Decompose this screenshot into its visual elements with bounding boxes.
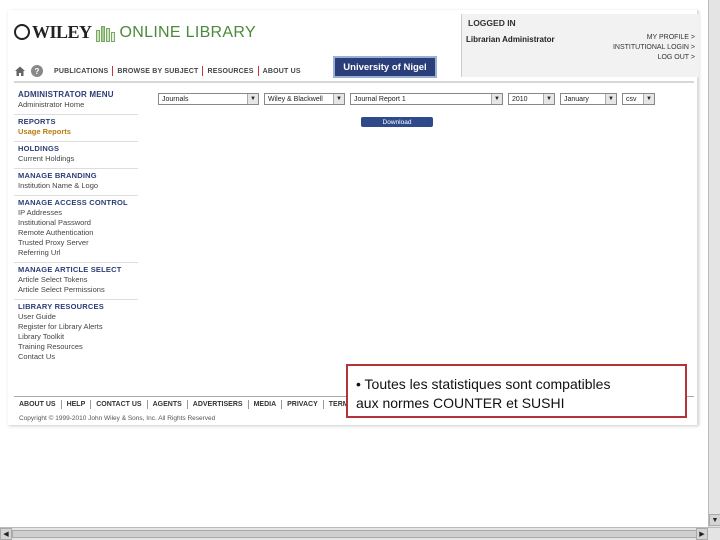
institution-badge: University of Nigel: [333, 56, 437, 78]
sidebar-heading: MANAGE ACCESS CONTROL: [18, 198, 128, 207]
footer-link-agents[interactable]: AGENTS: [148, 401, 187, 408]
sidebar-item-trusted-proxy-server[interactable]: Trusted Proxy Server: [18, 238, 138, 248]
year-select[interactable]: 2010 ▼: [508, 93, 555, 105]
format-select[interactable]: csv ▼: [622, 93, 655, 105]
vertical-scrollbar[interactable]: ▼: [708, 0, 720, 527]
sidebar-item-institutional-password[interactable]: Institutional Password: [18, 218, 138, 228]
footer-link-contact-us[interactable]: CONTACT US: [91, 401, 146, 408]
sidebar-item-institution-name-logo[interactable]: Institution Name & Logo: [18, 181, 138, 191]
wiley-online-library-logo[interactable]: WILEY ONLINE LIBRARY: [14, 22, 256, 43]
chevron-down-icon[interactable]: ▼: [543, 94, 554, 104]
year-value: 2010: [512, 95, 528, 103]
nav-divider: [257, 66, 259, 76]
report-type-select[interactable]: Journal Report 1 ▼: [350, 93, 503, 105]
sidebar-section-branding: MANAGE BRANDING Institution Name & Logo: [14, 169, 138, 196]
login-title: LOGGED IN: [468, 18, 516, 28]
footer-link-help[interactable]: HELP: [62, 401, 91, 408]
sidebar-section-access-control: MANAGE ACCESS CONTROL IP Addresses Insti…: [14, 196, 138, 263]
content-type-value: Journals: [162, 95, 189, 103]
account-links: MY PROFILE > INSTITUTIONAL LOGIN > LOG O…: [613, 33, 695, 63]
nav-divider: [202, 66, 204, 76]
books-icon: [95, 24, 116, 42]
horizontal-scrollbar[interactable]: ◀ ▶: [0, 527, 720, 540]
sidebar-item-remote-authentication[interactable]: Remote Authentication: [18, 228, 138, 238]
publisher-select[interactable]: Wiley & Blackwell ▼: [264, 93, 345, 105]
tab-about-us[interactable]: ABOUT US: [260, 68, 304, 75]
sidebar-section-holdings: HOLDINGS Current Holdings: [14, 142, 138, 169]
home-icon[interactable]: [14, 65, 26, 77]
browser-page: WILEY ONLINE LIBRARY LOGGED IN Librarian…: [8, 10, 699, 425]
help-icon[interactable]: ?: [31, 65, 43, 77]
report-type-value: Journal Report 1: [354, 95, 406, 103]
sidebar-item-current-holdings[interactable]: Current Holdings: [18, 154, 138, 164]
sidebar-item-user-guide[interactable]: User Guide: [18, 312, 138, 322]
sidebar-item-library-toolkit[interactable]: Library Toolkit: [18, 332, 138, 342]
sidebar-heading: ADMINISTRATOR MENU: [18, 90, 114, 99]
sidebar-item-referring-url[interactable]: Referring Url: [18, 248, 138, 258]
callout-line-2: aux normes COUNTER et SUSHI: [356, 395, 565, 411]
sidebar-item-usage-reports[interactable]: Usage Reports: [18, 127, 138, 137]
download-button[interactable]: Download: [361, 117, 433, 127]
online-library-wordmark: ONLINE LIBRARY: [119, 23, 256, 41]
institutional-login-link[interactable]: INSTITUTIONAL LOGIN >: [613, 43, 695, 53]
scroll-down-icon[interactable]: ▼: [709, 514, 720, 526]
sidebar-item-register-alerts[interactable]: Register for Library Alerts: [18, 322, 138, 332]
sidebar-item-ip-addresses[interactable]: IP Addresses: [18, 208, 138, 218]
sidebar-heading: MANAGE ARTICLE SELECT: [18, 265, 122, 274]
sidebar-heading: REPORTS: [18, 117, 56, 126]
publisher-value: Wiley & Blackwell: [268, 95, 323, 103]
sidebar-section-library-resources: LIBRARY RESOURCES User Guide Register fo…: [14, 300, 138, 366]
report-filters: Journals ▼ Wiley & Blackwell ▼ Journal R…: [158, 93, 655, 105]
format-value: csv: [626, 95, 637, 103]
sidebar-heading: HOLDINGS: [18, 144, 60, 153]
chevron-down-icon[interactable]: ▼: [605, 94, 616, 104]
chevron-down-icon[interactable]: ▼: [643, 94, 654, 104]
chevron-down-icon[interactable]: ▼: [333, 94, 344, 104]
horizontal-scroll-thumb[interactable]: [12, 530, 702, 538]
sidebar-item-article-select-tokens[interactable]: Article Select Tokens: [18, 275, 138, 285]
month-value: January: [564, 95, 589, 103]
sidebar-section-reports: REPORTS Usage Reports: [14, 115, 138, 142]
callout-box: • Toutes les statistiques sont compatibl…: [346, 364, 687, 418]
tab-publications[interactable]: PUBLICATIONS: [51, 68, 111, 75]
header-divider: [14, 81, 694, 83]
footer-link-media[interactable]: MEDIA: [249, 401, 282, 408]
chevron-down-icon[interactable]: ▼: [491, 94, 502, 104]
month-select[interactable]: January ▼: [560, 93, 617, 105]
sidebar-item-administrator-home[interactable]: Administrator Home: [18, 100, 138, 110]
wiley-wordmark: WILEY: [14, 22, 92, 43]
scroll-right-icon[interactable]: ▶: [696, 528, 708, 540]
top-navigation: ? PUBLICATIONS BROWSE BY SUBJECT RESOURC…: [14, 63, 304, 79]
chevron-down-icon[interactable]: ▼: [247, 94, 258, 104]
nav-divider: [112, 66, 114, 76]
my-profile-link[interactable]: MY PROFILE >: [613, 33, 695, 43]
scroll-left-icon[interactable]: ◀: [0, 528, 12, 540]
callout-line-1: • Toutes les statistiques sont compatibl…: [356, 376, 611, 392]
sidebar-item-article-select-permissions[interactable]: Article Select Permissions: [18, 285, 138, 295]
tab-resources[interactable]: RESOURCES: [204, 68, 256, 75]
sidebar-section-article-select: MANAGE ARTICLE SELECT Article Select Tok…: [14, 263, 138, 300]
logged-in-user: Librarian Administrator: [466, 35, 555, 44]
sidebar-item-contact-us[interactable]: Contact Us: [18, 352, 138, 362]
footer-link-about-us[interactable]: ABOUT US: [14, 401, 61, 408]
log-out-link[interactable]: LOG OUT >: [613, 53, 695, 63]
tab-browse-by-subject[interactable]: BROWSE BY SUBJECT: [114, 68, 201, 75]
login-panel: LOGGED IN Librarian Administrator MY PRO…: [461, 14, 699, 77]
sidebar-heading: MANAGE BRANDING: [18, 171, 97, 180]
sidebar-heading: LIBRARY RESOURCES: [18, 302, 104, 311]
footer-link-advertisers[interactable]: ADVERTISERS: [188, 401, 248, 408]
administrator-sidebar: ADMINISTRATOR MENU Administrator Home RE…: [14, 88, 138, 366]
content-type-select[interactable]: Journals ▼: [158, 93, 259, 105]
footer-link-privacy[interactable]: PRIVACY: [282, 401, 323, 408]
sidebar-section-admin: ADMINISTRATOR MENU Administrator Home: [14, 88, 138, 115]
sidebar-item-training-resources[interactable]: Training Resources: [18, 342, 138, 352]
